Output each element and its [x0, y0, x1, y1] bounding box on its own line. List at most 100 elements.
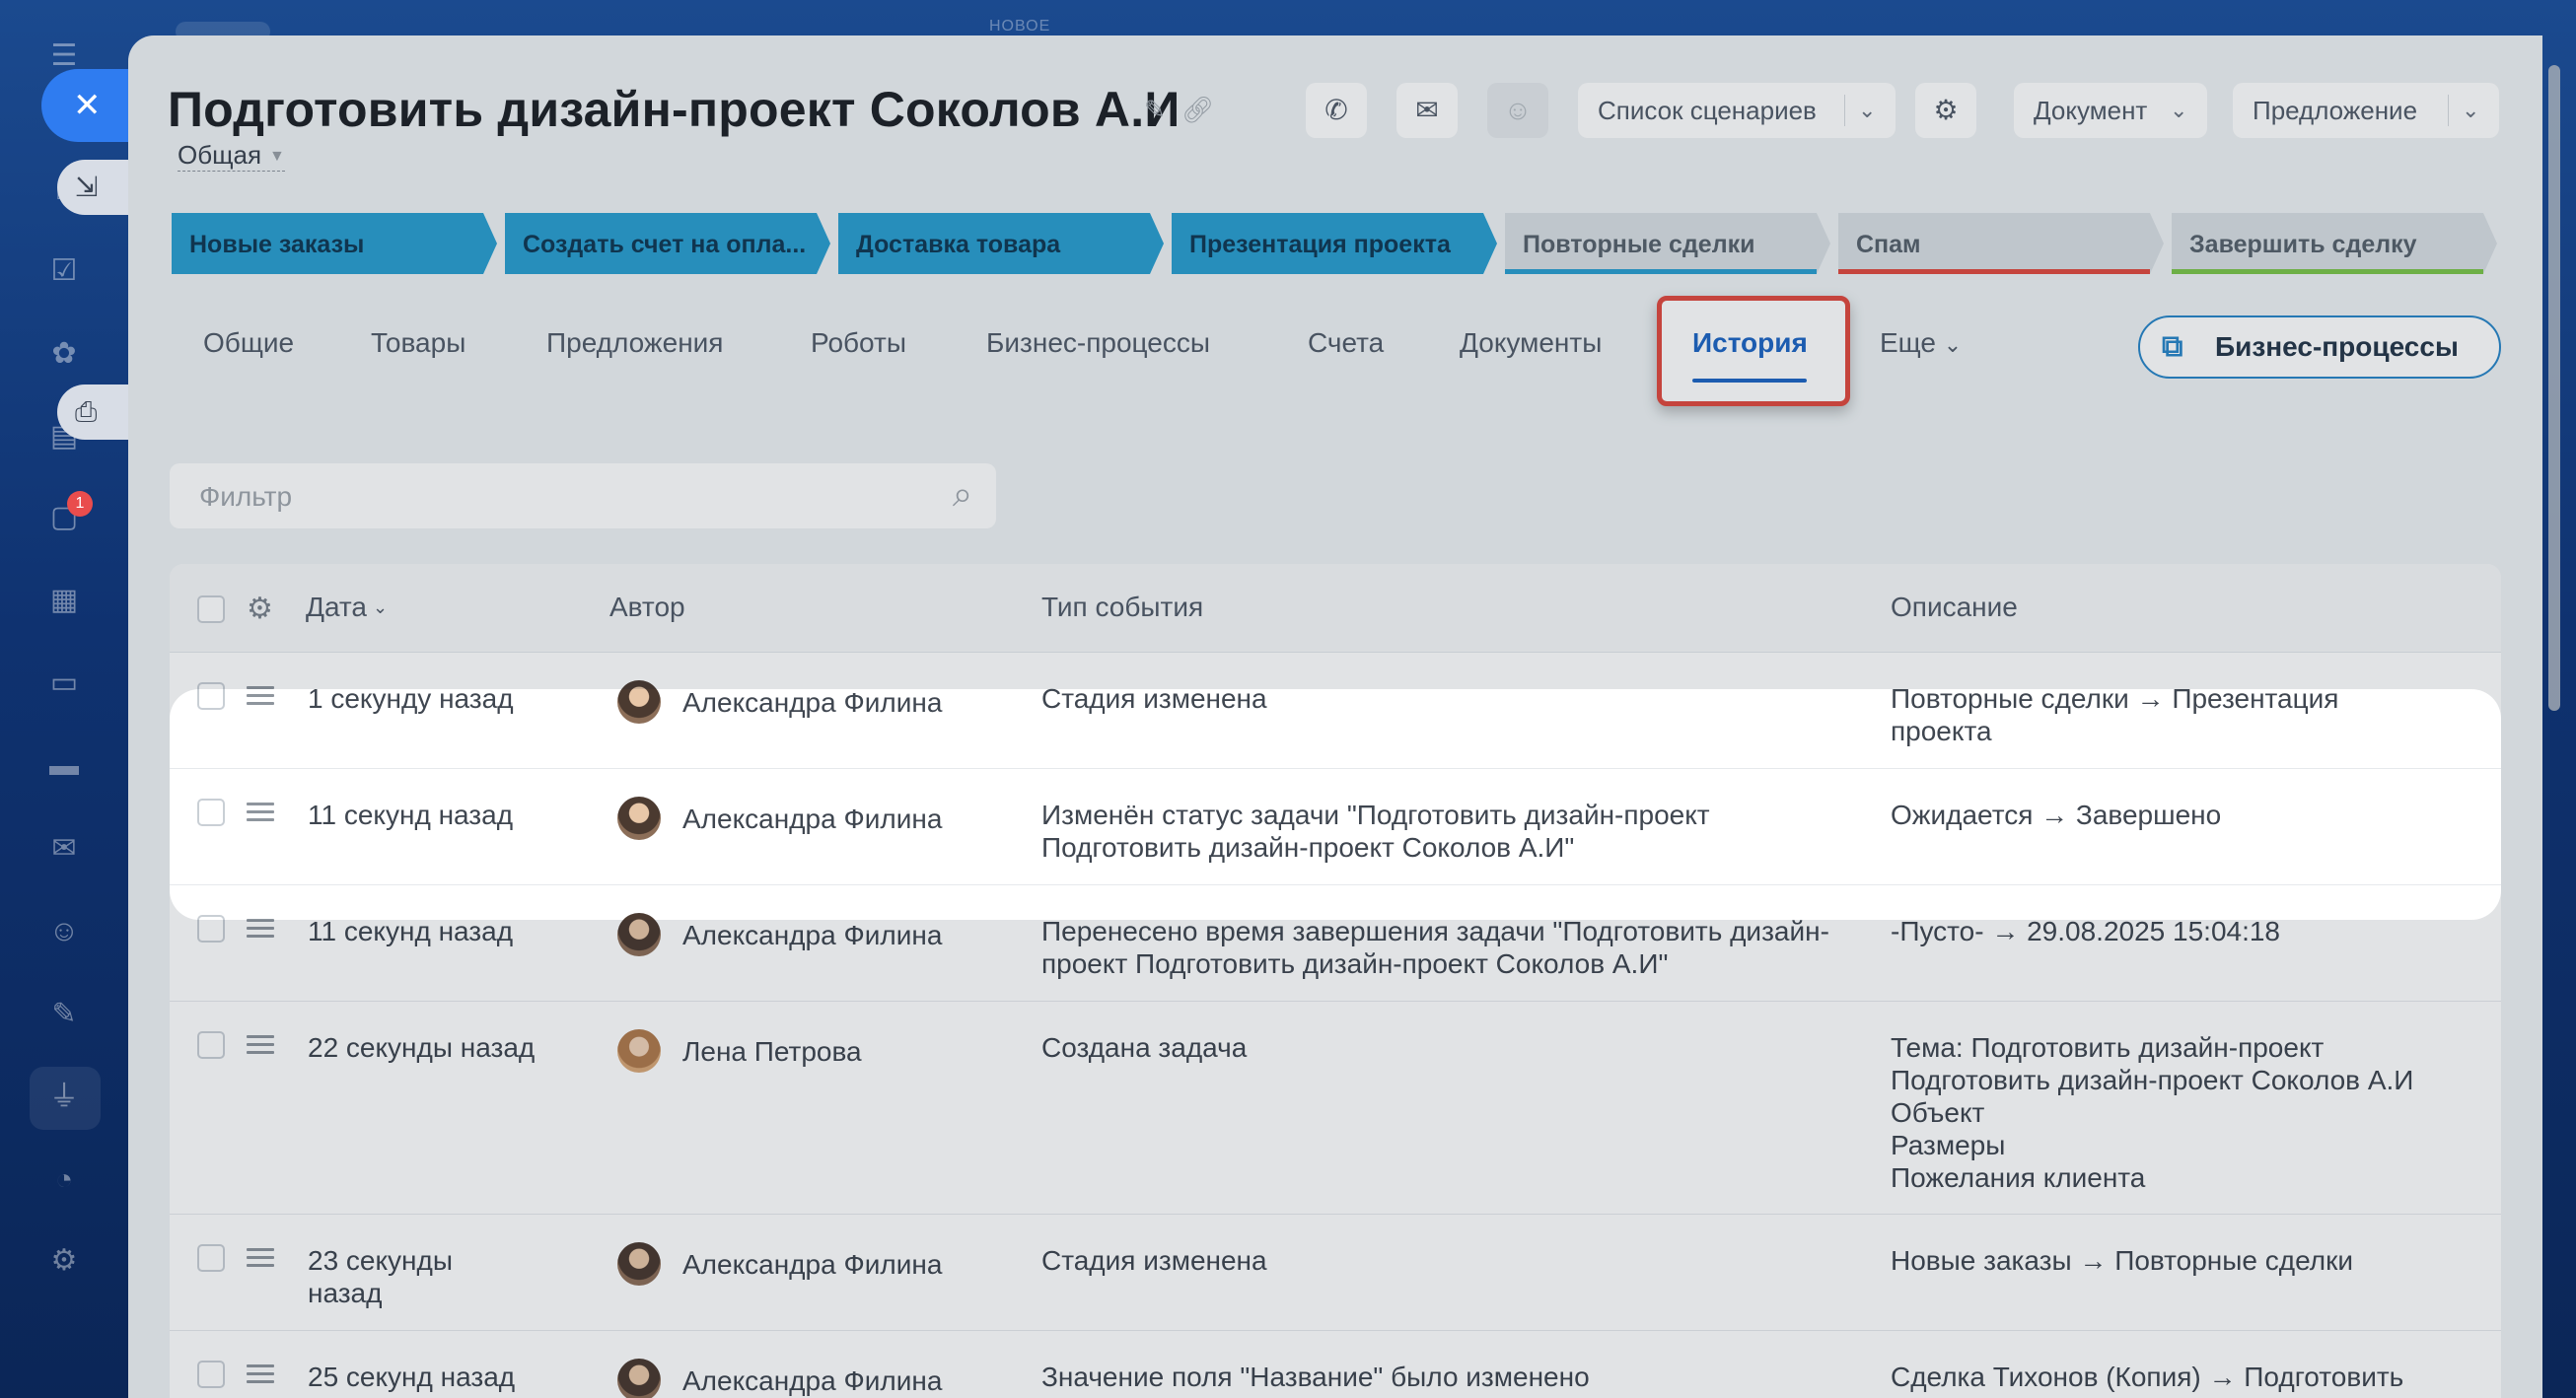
row-author[interactable]: Александра Филина	[682, 1364, 942, 1397]
chevron-down-icon[interactable]: ⌄	[1858, 83, 1876, 138]
tab-invoices[interactable]: Счета	[1308, 327, 1384, 359]
avatar	[617, 680, 661, 724]
row-description: Новые заказы → Повторные сделки	[1891, 1245, 2353, 1276]
funnel-icon[interactable]: ⏚	[47, 1081, 81, 1114]
active-tab-underline	[1692, 379, 1807, 383]
card-icon[interactable]: ▬	[47, 749, 81, 783]
column-event-type[interactable]: Тип события	[1041, 592, 1203, 623]
row-author[interactable]: Лена Петрова	[682, 1035, 862, 1068]
workflow-icon: ⧉	[2162, 330, 2183, 363]
avatar	[617, 1242, 661, 1286]
scenarios-button[interactable]: Список сценариев ⌄	[1578, 83, 1896, 138]
chevron-down-icon: ⌄	[373, 597, 389, 617]
settings-button[interactable]: ⚙	[1915, 83, 1976, 138]
stage-repeat-deals[interactable]: Повторные сделки	[1505, 213, 1830, 274]
row-author[interactable]: Александра Филина	[682, 686, 942, 719]
table-row[interactable]: 1 секунду назад Александра Филина Стадия…	[170, 653, 2501, 769]
row-description: Ожидается → Завершено	[1891, 800, 2222, 830]
stage-presentation[interactable]: Презентация проекта	[1172, 213, 1497, 274]
drag-handle-icon[interactable]	[247, 803, 274, 826]
business-processes-button[interactable]: ⧉ Бизнес-процессы	[2138, 315, 2501, 379]
tab-documents[interactable]: Документы	[1460, 327, 1602, 359]
settings-icon[interactable]: ⚙	[47, 1244, 81, 1278]
chevron-down-icon: ⌄	[1943, 332, 1963, 357]
table-row[interactable]: 23 секунды назад Александра Филина Стади…	[170, 1215, 2501, 1331]
gear-icon[interactable]: ⚙	[247, 592, 273, 626]
stage-create-invoice[interactable]: Создать счет на опла...	[505, 213, 830, 274]
column-description[interactable]: Описание	[1891, 592, 2018, 623]
avatar	[617, 913, 661, 956]
row-event: Значение поля "Название" было изменено	[1041, 1362, 1590, 1392]
tasks-icon[interactable]: ☑	[47, 254, 81, 288]
row-author[interactable]: Александра Филина	[682, 919, 942, 951]
gear-icon: ⚙	[1933, 95, 1959, 125]
tab-offers[interactable]: Предложения	[546, 327, 723, 359]
stage-spam[interactable]: Спам	[1838, 213, 2164, 274]
row-event: Изменён статус задачи "Подготовить дизай…	[1041, 800, 1710, 863]
row-checkbox[interactable]	[197, 1244, 225, 1272]
row-checkbox[interactable]	[197, 915, 225, 943]
call-button[interactable]: ✆	[1306, 83, 1367, 138]
row-checkbox[interactable]	[197, 682, 225, 710]
edit-title-icon[interactable]: ✎	[1144, 95, 1166, 124]
mail-icon[interactable]: ✉	[47, 832, 81, 866]
row-checkbox[interactable]	[197, 1361, 225, 1388]
tab-products[interactable]: Товары	[371, 327, 465, 359]
drag-handle-icon[interactable]	[247, 1035, 274, 1059]
drag-handle-icon[interactable]	[247, 1248, 274, 1272]
drag-handle-icon[interactable]	[247, 1364, 274, 1388]
row-checkbox[interactable]	[197, 1031, 225, 1059]
filter-input[interactable]: Фильтр ⌕	[170, 463, 996, 528]
select-all-checkbox[interactable]	[197, 595, 225, 623]
stage-delivery[interactable]: Доставка товара	[838, 213, 1164, 274]
stage-label: Завершить сделку	[2189, 231, 2417, 258]
tab-business-processes[interactable]: Бизнес-процессы	[986, 327, 1210, 359]
row-author[interactable]: Александра Филина	[682, 803, 942, 835]
row-checkbox[interactable]	[197, 799, 225, 826]
document-label: Документ	[2034, 96, 2148, 125]
chevron-down-icon: ⌄	[2170, 98, 2188, 122]
chevron-down-icon: ▼	[269, 148, 285, 165]
chevron-down-icon[interactable]: ⌄	[2462, 83, 2479, 138]
email-button[interactable]: ✉	[1396, 83, 1458, 138]
panel-scrollbar[interactable]	[2548, 65, 2560, 711]
document-button[interactable]: Документ ⌄	[2014, 83, 2207, 138]
search-icon[interactable]: ⌕	[953, 473, 972, 516]
background-new-label: НОВОЕ	[989, 18, 1051, 35]
clock-icon[interactable]: ◔	[47, 1163, 81, 1197]
column-date[interactable]: Дата ⌄	[306, 592, 388, 623]
offer-button[interactable]: Предложение ⌄	[2233, 83, 2499, 138]
tab-more[interactable]: Еще ⌄	[1880, 327, 1962, 359]
divider	[2448, 95, 2449, 126]
table-row[interactable]: 25 секунд назад Александра Филина Значен…	[170, 1331, 2501, 1398]
pen-icon[interactable]: ✎	[47, 998, 81, 1031]
category-label: Общая	[178, 140, 262, 170]
menu-icon[interactable]: ☰	[47, 39, 81, 73]
file-icon[interactable]: ▭	[47, 666, 81, 700]
column-author[interactable]: Автор	[609, 592, 685, 623]
row-event: Стадия изменена	[1041, 683, 1267, 714]
row-author[interactable]: Александра Филина	[682, 1248, 942, 1281]
stage-new-orders[interactable]: Новые заказы	[172, 213, 497, 274]
tab-more-label: Еще	[1880, 327, 1936, 358]
tab-general[interactable]: Общие	[203, 327, 294, 359]
category-selector[interactable]: Общая ▼	[178, 140, 285, 172]
phone-icon: ✆	[1324, 95, 1348, 125]
divider	[1844, 95, 1845, 126]
drag-handle-icon[interactable]	[247, 686, 274, 710]
table-row[interactable]: 22 секунды назад Лена Петрова Создана за…	[170, 1002, 2501, 1215]
calendar-icon[interactable]: ▦	[47, 584, 81, 617]
table-row[interactable]: 11 секунд назад Александра Филина Изменё…	[170, 769, 2501, 885]
puzzle-icon[interactable]: ✿	[47, 337, 81, 371]
tab-robots[interactable]: Роботы	[811, 327, 906, 359]
chat-button[interactable]: ☺	[1487, 83, 1548, 138]
stage-finish-deal[interactable]: Завершить сделку	[2172, 213, 2497, 274]
stage-label: Новые заказы	[189, 231, 365, 258]
column-date-label: Дата	[306, 592, 368, 622]
drag-handle-icon[interactable]	[247, 919, 274, 943]
tab-history[interactable]: История	[1692, 327, 1808, 359]
table-row[interactable]: 11 секунд назад Александра Филина Перене…	[170, 885, 2501, 1002]
contacts-icon[interactable]: ☺	[47, 915, 81, 948]
stage-label: Создать счет на опла...	[523, 231, 807, 258]
copy-link-icon[interactable]: 🔗︎	[1181, 95, 1214, 124]
